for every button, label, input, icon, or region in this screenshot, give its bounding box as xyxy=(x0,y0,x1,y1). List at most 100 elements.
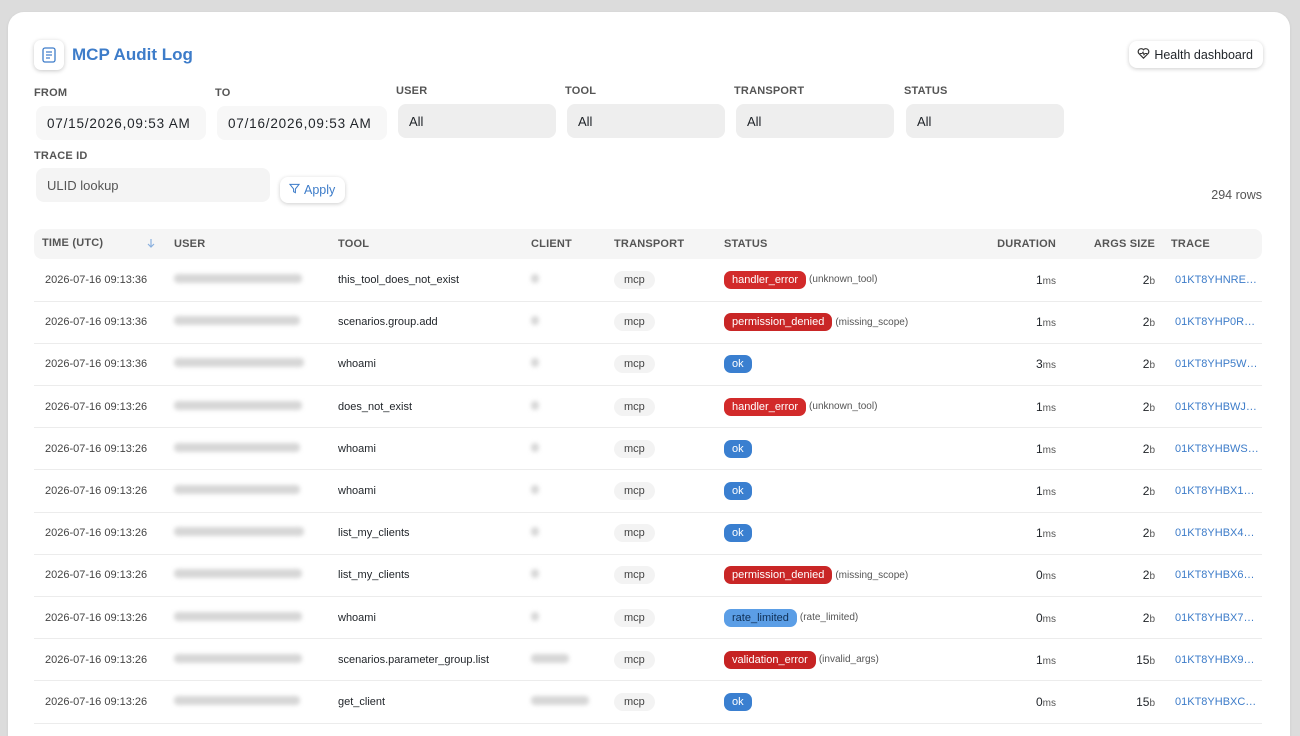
trace-link[interactable]: 01KT8YHBX4… xyxy=(1163,512,1262,555)
table-row[interactable]: 2026-07-16 09:13:36 scenarios.group.add mc… xyxy=(34,301,1262,344)
cell-user-redacted xyxy=(166,638,330,682)
cell-client-redacted xyxy=(523,301,606,344)
col-user[interactable]: USER xyxy=(166,229,330,259)
cell-status: validation_error (invalid_args) xyxy=(716,638,966,682)
cell-status: ok xyxy=(716,343,966,387)
user-filter-select[interactable]: All xyxy=(398,104,556,138)
cell-time: 2026-07-16 09:13:36 xyxy=(34,259,166,302)
cell-tool: whoami xyxy=(330,469,523,513)
cell-time: 2026-07-16 09:13:26 xyxy=(34,596,166,640)
cell-client-redacted xyxy=(523,385,606,429)
trace-link[interactable]: 01KT8YHBWJ… xyxy=(1163,385,1262,429)
cell-time: 2026-07-16 09:13:26 xyxy=(34,554,166,598)
status-badge: rate_limited xyxy=(724,608,797,627)
from-label: FROM xyxy=(34,87,68,99)
heart-pulse-icon xyxy=(1137,47,1150,63)
col-tool[interactable]: TOOL xyxy=(330,229,523,259)
cell-user-redacted xyxy=(166,469,330,513)
status-reason: (missing_scope) xyxy=(835,569,909,581)
table-row[interactable]: 2026-07-16 09:13:26 does_not_exist mcp hand… xyxy=(34,385,1262,429)
transport-chip: mcp xyxy=(614,566,655,585)
status-badge: ok xyxy=(724,482,752,501)
col-transport[interactable]: TRANSPORT xyxy=(606,229,716,259)
audit-table: TIME (UTC) USER TOOL CLIENT TRANSPORT ST… xyxy=(34,229,1262,724)
trace-id-input[interactable]: ULID lookup xyxy=(36,168,270,202)
cell-status: ok xyxy=(716,512,966,555)
status-reason: (missing_scope) xyxy=(835,316,909,328)
cell-transport: mcp xyxy=(606,301,716,344)
status-reason: (unknown_tool) xyxy=(809,401,878,413)
transport-chip: mcp xyxy=(614,650,655,669)
trace-id-label: TRACE ID xyxy=(34,150,88,162)
col-time[interactable]: TIME (UTC) xyxy=(34,229,166,259)
trace-link[interactable]: 01KT8YHNRE… xyxy=(1163,259,1262,302)
cell-client-redacted xyxy=(523,680,606,724)
col-trace[interactable]: TRACE xyxy=(1163,229,1262,259)
status-badge: ok xyxy=(724,692,752,711)
apply-button[interactable]: Apply xyxy=(280,177,346,203)
table-row[interactable]: 2026-07-16 09:13:26 list_my_clients mcp per… xyxy=(34,554,1262,598)
page-header: MCP Audit Log xyxy=(34,40,193,70)
status-filter-select[interactable]: All xyxy=(906,104,1064,138)
arrow-down-icon[interactable] xyxy=(146,237,156,252)
transport-chip: mcp xyxy=(614,397,655,416)
status-reason: (rate_limited) xyxy=(799,612,859,624)
cell-time: 2026-07-16 09:13:36 xyxy=(34,301,166,344)
table-row[interactable]: 2026-07-16 09:13:26 whoami mcp rate_limited… xyxy=(34,596,1262,640)
health-dashboard-button[interactable]: Health dashboard xyxy=(1129,41,1263,68)
trace-link[interactable]: 01KT8YHBX7… xyxy=(1163,596,1262,640)
table-row[interactable]: 2026-07-16 09:13:26 get_client mcp ok 0ms 15b… xyxy=(34,680,1262,724)
status-badge: validation_error xyxy=(724,650,816,669)
cell-status: handler_error (unknown_tool) xyxy=(716,259,966,302)
col-client[interactable]: CLIENT xyxy=(523,229,606,259)
status-badge: handler_error xyxy=(724,397,807,416)
trace-link[interactable]: 01KT8YHBXC… xyxy=(1163,680,1262,724)
col-duration[interactable]: DURATION xyxy=(966,229,1064,259)
cell-time: 2026-07-16 09:13:26 xyxy=(34,427,166,471)
from-date-input[interactable]: 07/15/2026,09:53 AM xyxy=(36,106,206,140)
table-row[interactable]: 2026-07-16 09:13:36 this_tool_does_not_ex… xyxy=(34,259,1262,302)
audit-log-card: MCP Audit Log Health dashboard FROM 07/1… xyxy=(8,12,1290,736)
cell-time: 2026-07-16 09:13:26 xyxy=(34,680,166,724)
col-args-size[interactable]: ARGS SIZE xyxy=(1064,229,1163,259)
status-badge: handler_error xyxy=(724,270,807,289)
status-badge: permission_denied xyxy=(724,313,833,332)
cell-tool: this_tool_does_not_exist xyxy=(330,259,523,302)
table-row[interactable]: 2026-07-16 09:13:26 list_my_clients mcp ok 1… xyxy=(34,512,1262,555)
table-row[interactable]: 2026-07-16 09:13:26 whoami mcp ok 1ms 2b 01KT8… xyxy=(34,427,1262,471)
status-reason: (invalid_args) xyxy=(818,654,879,666)
cell-user-redacted xyxy=(166,512,330,555)
trace-link[interactable]: 01KT8YHP0R… xyxy=(1163,301,1262,344)
table-row[interactable]: 2026-07-16 09:13:26 scenarios.parameter_g… xyxy=(34,638,1262,682)
cell-user-redacted xyxy=(166,343,330,387)
cell-client-redacted xyxy=(523,596,606,640)
cell-user-redacted xyxy=(166,427,330,471)
trace-link[interactable]: 01KT8YHBX9… xyxy=(1163,638,1262,682)
col-status[interactable]: STATUS xyxy=(716,229,966,259)
transport-chip: mcp xyxy=(614,692,655,711)
cell-args-size: 15b xyxy=(1064,680,1163,724)
trace-link[interactable]: 01KT8YHBX6… xyxy=(1163,554,1262,598)
cell-user-redacted xyxy=(166,301,330,344)
cell-client-redacted xyxy=(523,343,606,387)
transport-filter-select[interactable]: All xyxy=(736,104,894,138)
cell-time: 2026-07-16 09:13:26 xyxy=(34,638,166,682)
filter-icon xyxy=(288,183,301,197)
status-reason: (unknown_tool) xyxy=(809,274,878,286)
status-badge: ok xyxy=(724,524,752,543)
transport-chip: mcp xyxy=(614,355,655,374)
cell-transport: mcp xyxy=(606,638,716,682)
to-date-input[interactable]: 07/16/2026,09:53 AM xyxy=(217,106,387,140)
tool-filter-select[interactable]: All xyxy=(567,104,725,138)
table-row[interactable]: 2026-07-16 09:13:26 whoami mcp ok 1ms 2b 01KT8… xyxy=(34,469,1262,513)
cell-transport: mcp xyxy=(606,469,716,513)
table-row[interactable]: 2026-07-16 09:13:36 whoami mcp ok 3ms 2b 01KT8… xyxy=(34,343,1262,387)
status-filter-label: STATUS xyxy=(904,85,948,97)
cell-duration: 0ms xyxy=(966,596,1064,640)
cell-transport: mcp xyxy=(606,259,716,302)
cell-transport: mcp xyxy=(606,554,716,598)
trace-link[interactable]: 01KT8YHP5W… xyxy=(1163,343,1262,387)
table-header-row: TIME (UTC) USER TOOL CLIENT TRANSPORT ST… xyxy=(34,229,1262,259)
trace-link[interactable]: 01KT8YHBX1… xyxy=(1163,469,1262,513)
trace-link[interactable]: 01KT8YHBWS… xyxy=(1163,427,1262,471)
